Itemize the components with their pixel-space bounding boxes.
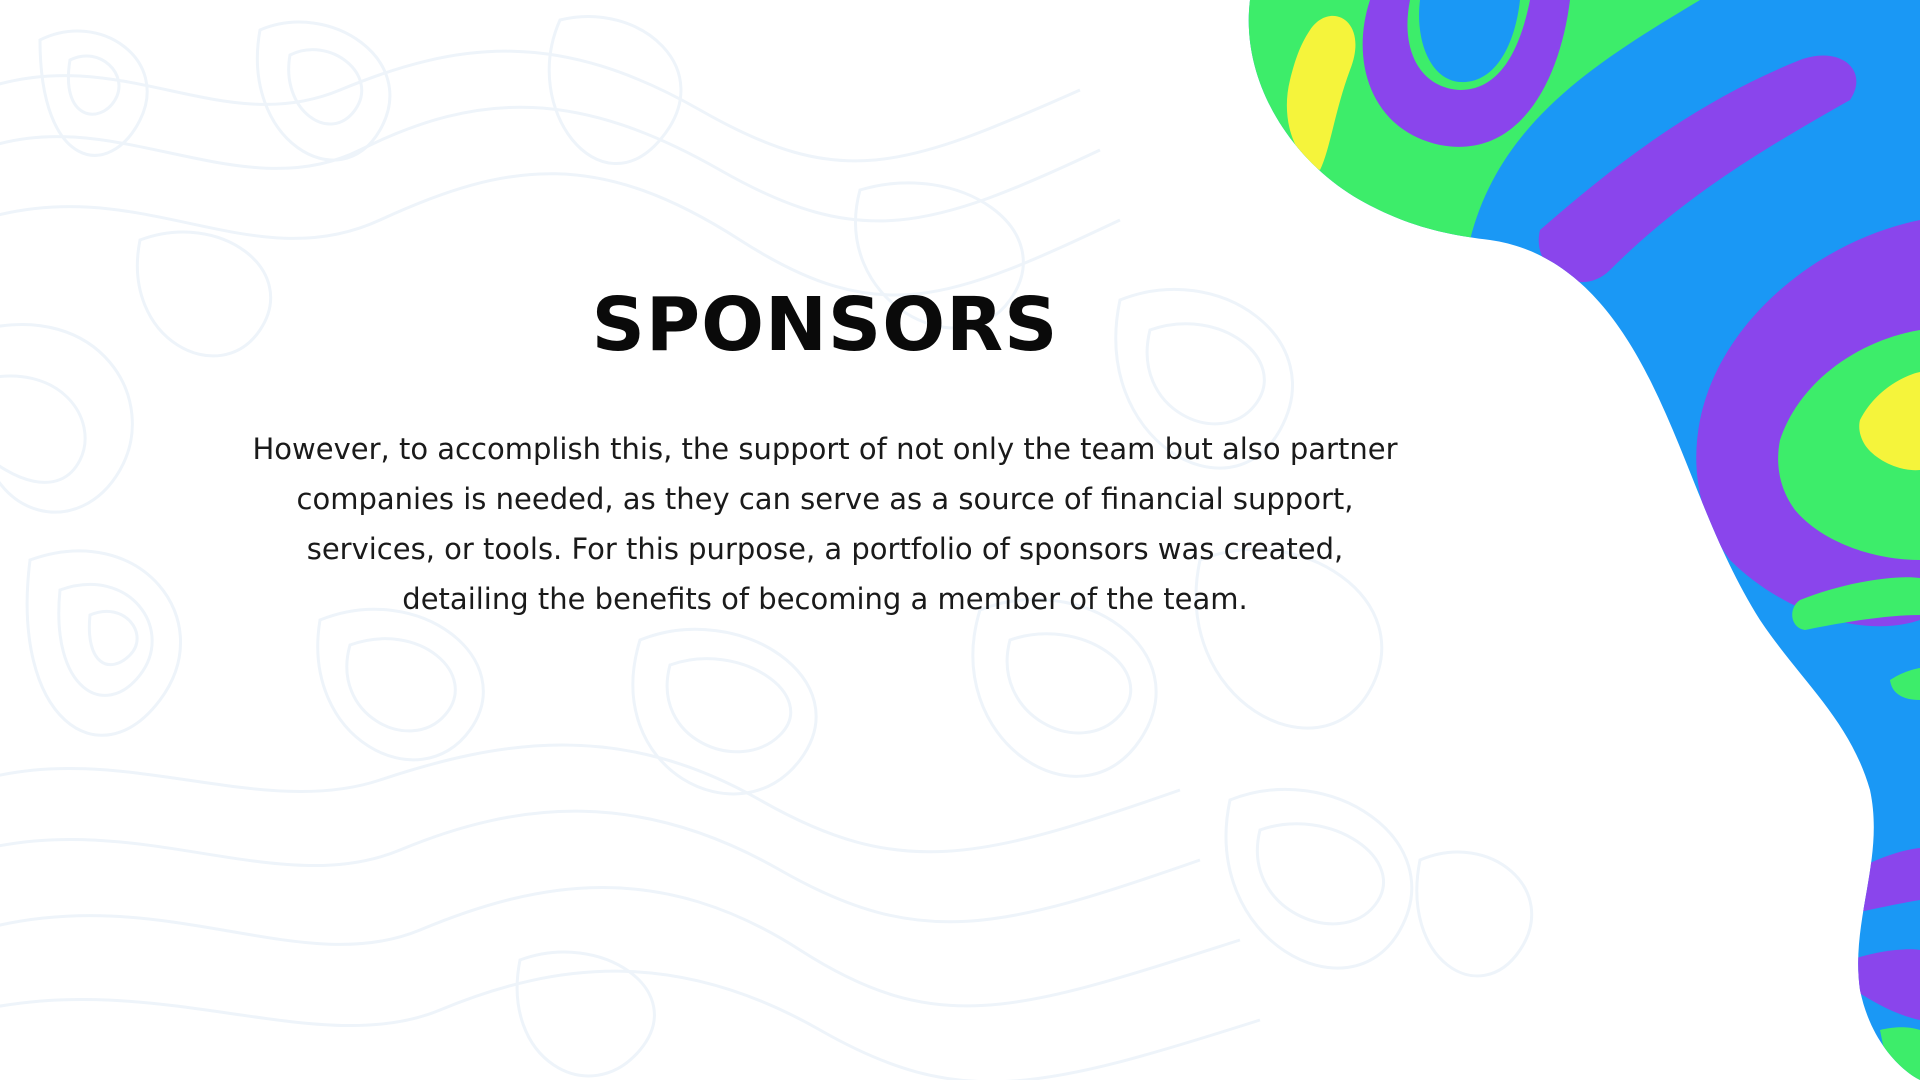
- slide-body-text: However, to accomplish this, the support…: [252, 432, 1398, 616]
- slide: SPONSORS However, to accomplish this, th…: [0, 0, 1920, 1080]
- slide-title: SPONSORS: [591, 282, 1059, 368]
